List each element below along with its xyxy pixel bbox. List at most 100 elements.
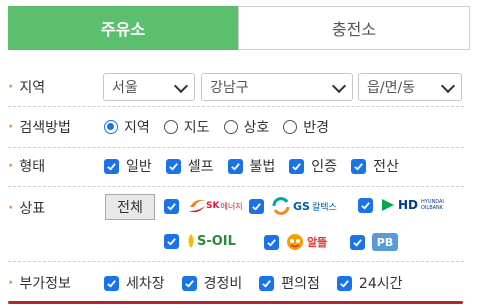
checkbox-general[interactable]: 일반 (104, 156, 152, 176)
checkbox-24-hours[interactable]: 24시간 (336, 273, 403, 293)
search-method-label-text: 검색방법 (19, 120, 71, 136)
checkbox-checked-icon[interactable] (227, 158, 243, 174)
checkbox-checked-icon[interactable] (358, 197, 373, 213)
brand-s-oil[interactable]: S-OIL (164, 233, 236, 249)
district-select[interactable]: 강남구 (201, 73, 353, 101)
radio-label: 상호 (243, 120, 270, 136)
radio-name[interactable]: 상호 (223, 117, 270, 137)
checkbox-checked-icon[interactable] (249, 198, 264, 214)
station-type-tabs: 주유소 충전소 (8, 6, 470, 50)
checkbox-checked-icon[interactable] (165, 158, 181, 174)
checkbox-checked-icon[interactable] (104, 275, 119, 291)
gs-logo-text: GS (293, 199, 310, 213)
divider (8, 147, 464, 148)
sk-logo-subtext: 에너지 (220, 201, 243, 211)
chevron-down-icon (331, 78, 347, 94)
bullet-icon: · (8, 275, 14, 291)
checkbox-checked-icon[interactable] (351, 158, 367, 174)
checkbox-illegal[interactable]: 불법 (227, 156, 276, 176)
brand-sk[interactable]: SK 에너지 (164, 197, 243, 215)
hd-logo-icon: HD HYUNDAI OILBANK (380, 197, 453, 213)
sk-logo-text: SK (206, 201, 220, 211)
checkbox-car-wash[interactable]: 세차장 (104, 273, 165, 293)
checkbox-certified[interactable]: 인증 (289, 156, 337, 176)
altteul-logo-text: 알뜰 (307, 236, 328, 249)
radio-label: 지도 (183, 120, 210, 136)
district-select-value: 강남구 (210, 80, 249, 96)
radio-radius[interactable]: 반경 (283, 117, 329, 137)
checkbox-checked-icon[interactable] (164, 198, 179, 214)
radio-icon[interactable] (163, 120, 178, 134)
checkbox-checked-icon[interactable] (289, 158, 305, 174)
bullet-icon: · (8, 158, 14, 174)
checkbox-checked-icon[interactable] (350, 234, 365, 250)
bullet-icon: · (8, 200, 14, 216)
checkbox-self[interactable]: 셀프 (165, 156, 214, 176)
pb-logo-icon: PB (372, 233, 398, 251)
region-label: · 지역 (8, 75, 104, 99)
brand-altteul[interactable]: 알뜰 (264, 233, 327, 251)
checkbox-checked-icon[interactable] (259, 275, 275, 291)
checkbox-checked-icon[interactable] (181, 275, 197, 291)
checkbox-label: 일반 (126, 159, 152, 175)
gs-logo-subtext: 칼텍스 (311, 202, 337, 213)
radio-selected-icon[interactable] (104, 120, 118, 134)
checkbox-computerized[interactable]: 전산 (351, 156, 399, 176)
checkbox-label: 24시간 (358, 276, 403, 292)
checkbox-checked-icon[interactable] (164, 233, 179, 249)
checkbox-convenience-store[interactable]: 편의점 (259, 273, 320, 293)
brand-label: · 상표 (8, 196, 104, 220)
brand-hyundai-oilbank[interactable]: HD HYUNDAI OILBANK (358, 197, 453, 213)
checkbox-label: 전산 (373, 159, 399, 175)
checkbox-checked-icon[interactable] (264, 234, 279, 250)
checkbox-label: 편의점 (281, 276, 320, 292)
search-method-label: · 검색방법 (8, 115, 104, 139)
region-label-text: 지역 (19, 80, 46, 96)
bullet-icon: · (8, 119, 14, 135)
type-checkboxes: 일반 셀프 불법 인증 전산 (104, 154, 413, 178)
checkbox-label: 셀프 (187, 159, 214, 175)
checkbox-label: 세차장 (126, 276, 165, 292)
radio-region[interactable]: 지역 (104, 117, 150, 137)
radio-map[interactable]: 지도 (163, 117, 210, 137)
select-all-brands-button[interactable]: 전체 (105, 194, 155, 220)
divider (8, 261, 464, 262)
radio-icon[interactable] (223, 120, 238, 134)
type-label-text: 형태 (19, 159, 46, 175)
dong-select[interactable]: 읍/면/동 (358, 73, 462, 101)
brand-label-text: 상표 (19, 201, 46, 217)
hd-logo-text: HD (398, 198, 419, 212)
radio-label: 지역 (124, 120, 150, 136)
extra-info-label: · 부가정보 (8, 271, 104, 295)
hd-logo-subtext: HYUNDAI OILBANK (421, 199, 444, 211)
search-method-radios: 지역 지도 상호 반경 (104, 115, 343, 139)
checkbox-checked-icon[interactable] (104, 158, 119, 174)
chevron-down-icon (173, 78, 189, 94)
checkbox-maintenance[interactable]: 경정비 (181, 273, 243, 293)
brand-gs[interactable]: GS 칼텍스 (249, 197, 337, 215)
tab-charging-station[interactable]: 충전소 (238, 6, 470, 50)
type-label: · 형태 (8, 154, 104, 178)
sk-logo-icon: SK 에너지 (186, 197, 243, 215)
checkbox-label: 인증 (311, 159, 338, 175)
pb-logo-text: PB (376, 235, 394, 249)
tab-gas-station[interactable]: 주유소 (8, 6, 238, 50)
chevron-down-icon (440, 78, 456, 94)
divider (8, 106, 464, 107)
altteul-logo-icon: 알뜰 (286, 233, 327, 251)
radio-label: 반경 (303, 120, 330, 136)
city-select-value: 서울 (112, 80, 138, 96)
dong-select-value: 읍/면/동 (367, 80, 416, 96)
checkbox-label: 불법 (249, 159, 276, 175)
divider (8, 186, 464, 187)
s-oil-logo-text: S-OIL (197, 233, 236, 249)
checkbox-label: 경정비 (203, 276, 243, 292)
s-oil-logo-icon: S-OIL (186, 233, 236, 249)
checkbox-checked-icon[interactable] (336, 275, 352, 291)
extra-info-label-text: 부가정보 (19, 276, 71, 292)
extra-info-checkboxes: 세차장 경정비 편의점 24시간 (104, 271, 417, 295)
radio-icon[interactable] (283, 120, 298, 134)
bottom-accent-line (8, 301, 463, 304)
brand-pb[interactable]: PB (350, 233, 398, 251)
city-select[interactable]: 서울 (103, 73, 195, 101)
